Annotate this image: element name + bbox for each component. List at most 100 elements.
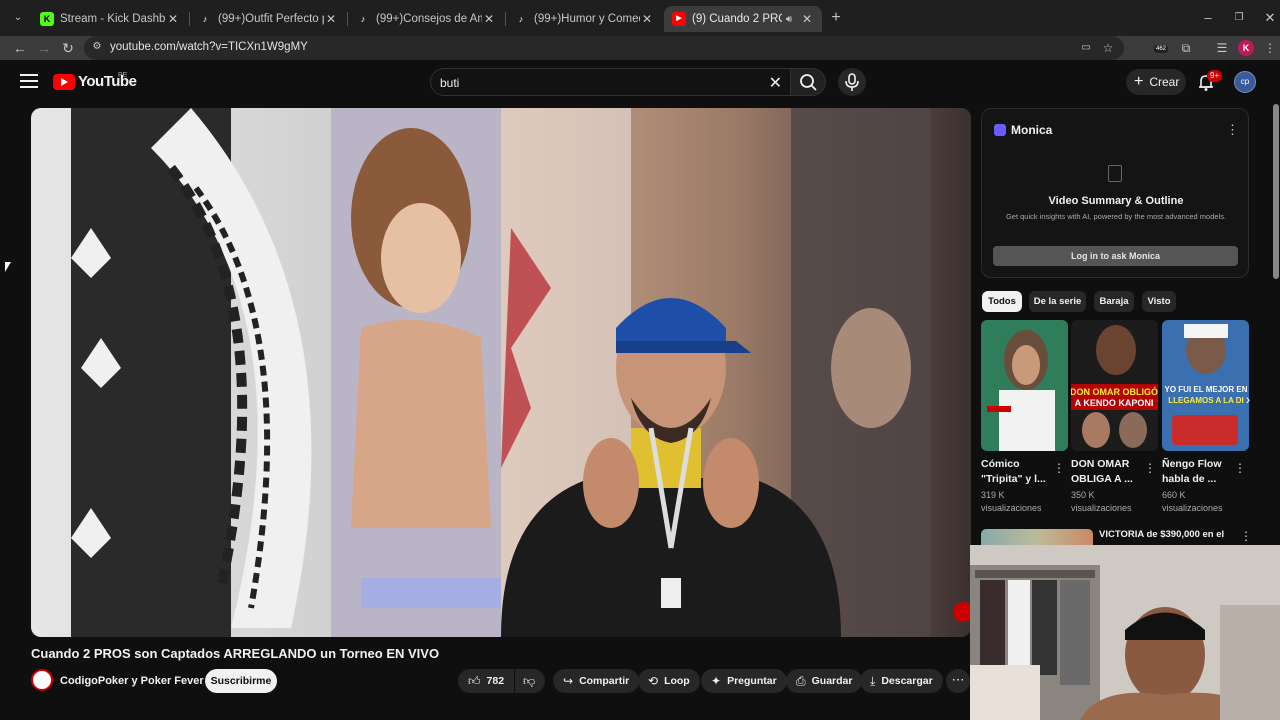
browser-tab-kick[interactable]: K Stream - Kick Dashboard ✕ <box>32 6 188 32</box>
rec-thumbnail-4[interactable] <box>981 529 1093 545</box>
close-icon[interactable]: ✕ <box>800 12 814 26</box>
rec-thumbnail-2[interactable]: DON OMAR OBLIGÓ A KENDO KAPONI <box>1071 320 1158 451</box>
reload-icon[interactable]: ↻ <box>58 38 78 58</box>
rec-thumbnail-1[interactable] <box>981 320 1068 451</box>
channel-name[interactable]: CodigoPoker y Poker Fever <box>60 675 204 687</box>
tiktok-icon: ♪ <box>202 14 208 24</box>
more-actions-icon[interactable]: ⋯ <box>946 669 970 693</box>
download-button[interactable]: ⤓ Descargar <box>860 669 943 693</box>
like-button[interactable]: 👍︎ 782 <box>458 669 514 693</box>
extension-icon[interactable]: 462 <box>1154 40 1170 56</box>
rec-menu-icon[interactable]: ⋮ <box>1240 529 1252 543</box>
channel-avatar[interactable] <box>31 669 53 691</box>
rec-title-2[interactable]: DON OMAR OBLIGA A ... <box>1071 457 1143 487</box>
rec-title-3[interactable]: Ñengo Flow habla de ... <box>1162 457 1234 487</box>
chip-todos[interactable]: Todos <box>982 291 1022 312</box>
rec-meta-3: 660 K visualizaciones <box>1162 489 1242 515</box>
url-text: youtube.com/watch?v=TICXn1W9gMY <box>110 41 308 53</box>
notification-badge: 9+ <box>1207 70 1223 82</box>
rec-title-line: "Tripita" y l... <box>981 473 1046 485</box>
dislike-button[interactable]: 👎︎ <box>515 669 545 693</box>
tab-title: (99+)Humor y Comedia Mexica <box>534 13 640 25</box>
plus-icon: + <box>1134 73 1144 90</box>
browser-tab-tiktok-3[interactable]: ♪ (99+)Humor y Comedia Mexica ✕ <box>506 6 662 32</box>
close-icon[interactable]: ✕ <box>640 12 654 26</box>
tiktok-icon: ♪ <box>360 14 366 24</box>
browser-menu-icon[interactable]: ⋮ <box>1262 40 1278 56</box>
rec-views: 319 K <box>981 490 1005 500</box>
search-input[interactable]: buti ✕ <box>430 68 790 96</box>
voice-search-button[interactable] <box>838 68 866 96</box>
tab-search-dropdown-icon[interactable]: ⌄ <box>8 8 28 28</box>
rec-title-line: OBLIGA A ... <box>1071 473 1133 485</box>
account-avatar[interactable]: cp <box>1234 71 1256 93</box>
svg-text:YO FUI EL MEJOR EN: YO FUI EL MEJOR EN <box>1165 385 1248 394</box>
new-tab-button[interactable]: + <box>826 8 846 28</box>
kick-icon: K <box>40 12 54 26</box>
monica-panel: Monica ⋮ Video Summary & Outline Get qui… <box>981 108 1249 278</box>
reading-list-icon[interactable]: ☰ <box>1214 40 1230 56</box>
ask-label: Preguntar <box>727 675 777 687</box>
save-label: Guardar <box>811 675 853 687</box>
rec-menu-icon[interactable]: ⋮ <box>1234 461 1246 475</box>
tab-title: (99+)Consejos de Amor: Evita C <box>376 13 482 25</box>
create-button[interactable]: + Crear <box>1126 69 1186 95</box>
restore-icon[interactable]: ❐ <box>1229 8 1249 28</box>
create-label: Crear <box>1149 75 1180 89</box>
carousel-next-icon[interactable]: › <box>1239 390 1257 408</box>
rec-menu-icon[interactable]: ⋮ <box>1053 461 1065 475</box>
mouse-cursor-icon <box>5 262 11 272</box>
rec-views: 660 K <box>1162 490 1186 500</box>
monica-login-button[interactable]: Log in to ask Monica <box>993 246 1238 266</box>
webcam-overlay <box>970 545 1280 720</box>
monica-name: Monica <box>1011 123 1053 137</box>
rec-views-label: visualizaciones <box>1162 503 1223 513</box>
rec-title-4[interactable]: VICTORIA de $390,000 en el <box>1099 529 1239 540</box>
extensions-puzzle-icon[interactable]: ⧉ <box>1178 40 1194 56</box>
cast-icon[interactable]: ▭ <box>1078 40 1094 56</box>
svg-text:LLEGAMOS A LA DI: LLEGAMOS A LA DI <box>1168 396 1244 405</box>
tab-title: (99+)Outfit Perfecto para Mi Cu <box>218 13 324 25</box>
bookmark-star-icon[interactable]: ☆ <box>1100 40 1116 56</box>
loop-button[interactable]: ⟲ Loop <box>638 669 700 693</box>
profile-avatar[interactable]: K <box>1238 40 1254 56</box>
address-bar[interactable]: ⚙ youtube.com/watch?v=TICXn1W9gMY ☆ ▭ <box>84 36 1124 60</box>
close-icon[interactable]: ✕ <box>166 12 180 26</box>
region-code: PE <box>118 72 128 79</box>
share-button[interactable]: ↪ Compartir <box>553 669 640 693</box>
minimize-icon[interactable]: – <box>1198 8 1218 28</box>
microphone-icon <box>845 73 859 91</box>
rec-menu-icon[interactable]: ⋮ <box>1144 461 1156 475</box>
chip-visto[interactable]: Visto <box>1142 291 1176 312</box>
rec-thumbnail-3[interactable]: YO FUI EL MEJOR EN LLEGAMOS A LA DI <box>1162 320 1249 451</box>
subscribe-button[interactable]: Suscribirme <box>205 669 277 693</box>
page-scrollbar[interactable] <box>1273 104 1279 279</box>
monica-menu-icon[interactable]: ⋮ <box>1226 122 1239 138</box>
back-icon[interactable]: ← <box>10 38 30 58</box>
ask-button[interactable]: ✦ Preguntar <box>701 669 787 693</box>
rec-views: 350 K <box>1071 490 1095 500</box>
clear-search-icon[interactable]: ✕ <box>769 73 782 93</box>
thumbs-up-icon: 👍︎ <box>468 673 481 688</box>
video-player[interactable] <box>31 108 971 637</box>
monica-logo-icon <box>994 124 1006 136</box>
svg-text:DON OMAR OBLIGÓ: DON OMAR OBLIGÓ <box>1071 386 1158 397</box>
search-button[interactable] <box>790 68 826 96</box>
rec-title-1[interactable]: Cómico "Tripita" y l... <box>981 457 1053 487</box>
video-title: Cuando 2 PROS son Captados ARREGLANDO un… <box>31 646 440 661</box>
forward-icon[interactable]: → <box>34 38 54 58</box>
site-info-icon[interactable]: ⚙ <box>90 40 104 54</box>
rec-title-line: DON OMAR <box>1071 458 1130 470</box>
chip-baraja[interactable]: Baraja <box>1094 291 1134 312</box>
window-close-icon[interactable]: ✕ <box>1260 8 1280 28</box>
browser-tab-tiktok-2[interactable]: ♪ (99+)Consejos de Amor: Evita C ✕ <box>348 6 504 32</box>
browser-tab-youtube-active[interactable]: ▶ (9) Cuando 2 PROS son Cap 🔊︎ ✕ <box>664 6 822 32</box>
rec-title-line: Cómico <box>981 458 1020 470</box>
close-icon[interactable]: ✕ <box>324 12 338 26</box>
chip-de-la-serie[interactable]: De la serie <box>1029 291 1086 312</box>
browser-tab-tiktok-1[interactable]: ♪ (99+)Outfit Perfecto para Mi Cu ✕ <box>190 6 346 32</box>
speaker-icon[interactable]: 🔊︎ <box>782 14 796 25</box>
hamburger-menu-icon[interactable] <box>20 74 38 88</box>
save-button[interactable]: ⎙ Guardar <box>786 669 863 693</box>
close-icon[interactable]: ✕ <box>482 12 496 26</box>
